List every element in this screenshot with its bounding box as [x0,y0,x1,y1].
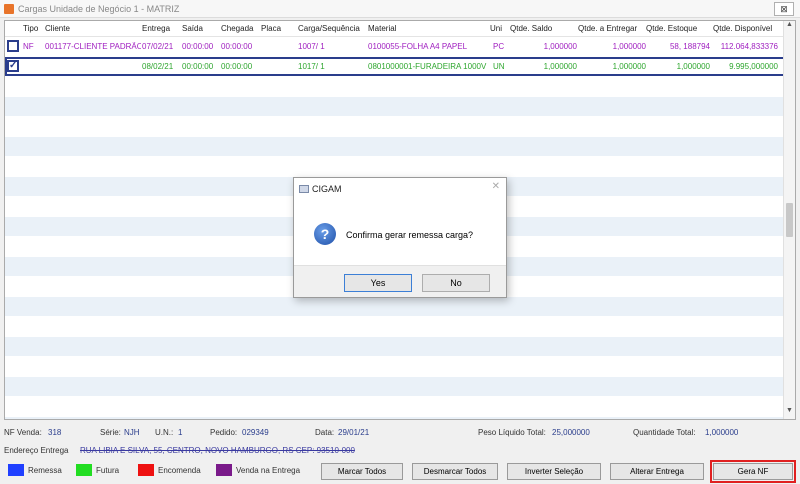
cell-entrega: 07/02/21 [142,42,174,51]
cell-carga: 1017/ 1 [298,62,325,71]
data-value: 29/01/21 [338,428,370,437]
cell-entrega: 08/02/21 [142,62,174,71]
header-chegada[interactable]: Chegada [221,24,253,33]
serie-value: NJH [124,428,140,437]
cell-saldo: 1,000000 [543,62,577,71]
header-tipo[interactable]: Tipo [23,24,38,33]
empty-row [5,297,785,316]
empty-row [5,157,785,176]
cell-a-entregar: 1,000000 [612,42,646,51]
dialog-message: Confirma gerar remessa carga? [346,230,474,240]
window-title: Cargas Unidade de Negócio 1 - MATRIZ [18,4,180,14]
header-estoque[interactable]: Qtde. Estoque [646,24,697,33]
header-carga[interactable]: Carga/Sequência [298,24,360,33]
legend-swatch-encomenda [138,464,154,476]
header-material[interactable]: Material [368,24,396,33]
scroll-up-icon[interactable]: ▲ [784,21,795,33]
empty-row [5,337,785,356]
empty-row [5,77,785,96]
peso-value: 25,000000 [552,428,590,437]
header-saldo[interactable]: Qtde. Saldo [510,24,552,33]
grid-header: Tipo Cliente Entrega Saída Chegada Placa… [5,21,785,37]
cell-uni: PC [493,42,505,51]
endereco-value: RUA LIBIA E SILVA, 55, CENTRO, NOVO HAMB… [80,446,355,455]
legend-label-venda-na-entrega: Venda na Entrega [236,466,301,475]
header-disponivel[interactable]: Qtde. Disponível [713,24,772,33]
status-panel: NF Venda: 318 Série: NJH U.N.: 1 Pedido:… [0,424,800,464]
legend-label-remessa: Remessa [28,466,62,475]
cell-chegada: 00:00:00 [221,62,253,71]
serie-label: Série: [100,428,121,437]
header-placa[interactable]: Placa [261,24,281,33]
cell-saida: 00:00:00 [182,42,214,51]
empty-row [5,417,785,419]
empty-row [5,137,785,156]
cell-disponivel: 112.064,833376 [720,42,778,51]
header-a-entregar[interactable]: Qtde. a Entregar [578,24,637,33]
nf-venda-label: NF Venda: [4,428,42,437]
quantidade-label: Quantidade Total: [633,428,696,437]
dialog-close-icon[interactable]: ✕ [492,181,500,192]
empty-row [5,317,785,336]
row-checkbox[interactable] [7,60,19,72]
data-label: Data: [315,428,335,437]
cell-material: 0100055-FOLHA A4 PAPEL [368,42,468,51]
cell-a-entregar: 1,000000 [612,62,646,71]
header-cliente[interactable]: Cliente [45,24,70,33]
empty-row [5,377,785,396]
cell-saida: 00:00:00 [182,62,214,71]
cell-uni: UN [493,62,505,71]
cell-chegada: 00:00:00 [221,42,253,51]
inverter-selecao-button[interactable]: Inverter Seleção [507,463,601,480]
row-checkbox[interactable] [7,40,19,52]
pedido-value: 029349 [242,428,269,437]
desmarcar-todos-button[interactable]: Desmarcar Todos [412,463,498,480]
cell-estoque: 58, 188794 [669,42,710,51]
gera-nf-button[interactable]: Gera NF [710,460,796,483]
cell-cliente: 001177-CLIENTE PADRÃO [45,42,141,51]
table-row[interactable]: NF 001177-CLIENTE PADRÃO 07/02/21 00:00:… [5,37,785,56]
quantidade-value: 1,000000 [705,428,739,437]
app-icon [4,4,14,14]
empty-row [5,117,785,136]
header-uni[interactable]: Uni [490,24,502,33]
header-entrega[interactable]: Entrega [142,24,170,33]
legend-swatch-remessa [8,464,24,476]
cell-disponivel: 9.995,000000 [729,62,778,71]
peso-label: Peso Líquido Total: [478,428,546,437]
legend-swatch-futura [76,464,92,476]
un-value: 1 [178,428,183,437]
no-button[interactable]: No [422,274,490,292]
pedido-label: Pedido: [210,428,238,437]
cell-carga: 1007/ 1 [298,42,325,51]
dialog-window-icon [299,185,309,193]
un-label: U.N.: [155,428,174,437]
confirm-dialog: CIGAM ✕ ? Confirma gerar remessa carga? … [293,177,507,298]
dialog-title: CIGAM [312,184,342,194]
question-icon: ? [314,223,336,245]
cell-tipo: NF [23,42,34,51]
endereco-label: Endereço Entrega [4,446,69,455]
close-button[interactable]: ⊠ [774,2,794,16]
empty-row [5,357,785,376]
empty-row [5,97,785,116]
vertical-scrollbar[interactable]: ▲ ▼ [783,21,795,419]
legend-swatch-venda-na-entrega [216,464,232,476]
legend-label-encomenda: Encomenda [158,466,201,475]
empty-row [5,397,785,416]
yes-button[interactable]: Yes [344,274,412,292]
alterar-entrega-button[interactable]: Alterar Entrega [610,463,704,480]
cell-material: 0801000001-FURADEIRA 1000V [368,62,487,71]
legend-label-futura: Futura [96,466,120,475]
cell-saldo: 1,000000 [543,42,577,51]
nf-venda-value: 318 [48,428,62,437]
scroll-down-icon[interactable]: ▼ [784,407,795,419]
dialog-footer: Yes No [294,265,506,297]
header-saida[interactable]: Saída [182,24,203,33]
marcar-todos-button[interactable]: Marcar Todos [321,463,403,480]
title-bar: Cargas Unidade de Negócio 1 - MATRIZ ⊠ [0,0,800,18]
scroll-thumb[interactable] [786,203,793,237]
cell-estoque: 1,000000 [676,62,710,71]
table-row[interactable]: 08/02/21 00:00:00 00:00:00 1017/ 1 08010… [5,57,785,76]
